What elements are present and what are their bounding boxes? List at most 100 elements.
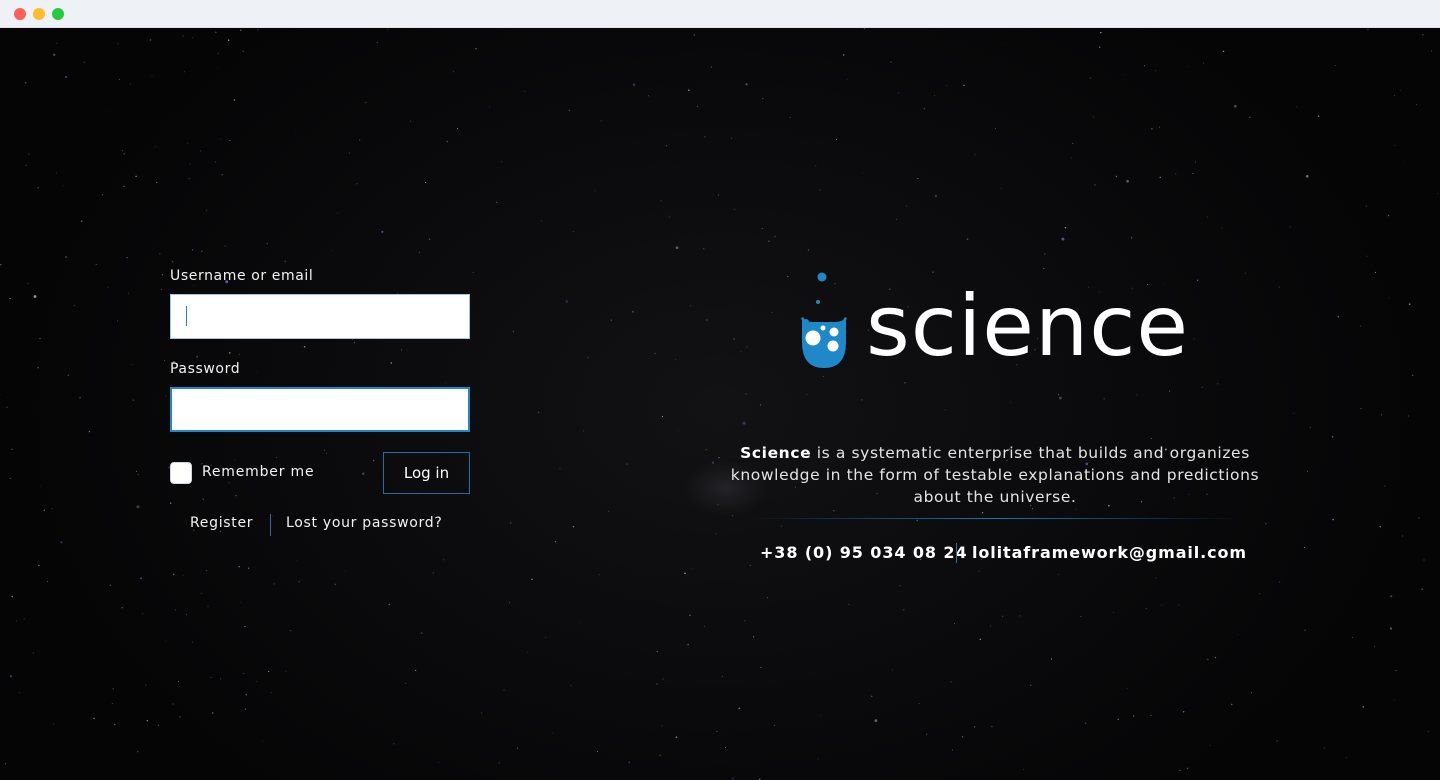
star [704, 136, 706, 138]
star [1209, 744, 1211, 746]
star [273, 583, 275, 585]
star [871, 695, 873, 697]
star [182, 35, 184, 37]
star [428, 238, 431, 240]
remember-row: Remember me Log in [170, 452, 470, 494]
star [191, 36, 194, 39]
star [171, 260, 174, 263]
star [632, 83, 636, 86]
star [67, 374, 69, 376]
login-button[interactable]: Log in [383, 452, 470, 494]
star [1403, 161, 1404, 162]
star [1317, 115, 1320, 117]
star [1295, 106, 1297, 108]
remember-me-label[interactable]: Remember me [202, 464, 314, 480]
contacts-divider [750, 518, 1240, 519]
email-link[interactable]: lolitaframework@gmail.com [972, 543, 1247, 562]
star [111, 703, 113, 704]
star [950, 681, 952, 683]
auth-links: Register Lost your password? [170, 514, 470, 536]
star [446, 140, 449, 143]
password-label: Password [170, 361, 241, 377]
star [480, 712, 483, 714]
logo-wordmark: science [866, 277, 1190, 375]
star [1418, 517, 1420, 519]
star [717, 504, 719, 505]
star [892, 669, 893, 671]
remember-me-checkbox[interactable] [170, 462, 192, 484]
star [1196, 279, 1199, 282]
star [688, 89, 690, 91]
star [1080, 615, 1082, 617]
star [1136, 394, 1138, 396]
star [294, 132, 296, 134]
star [895, 218, 897, 220]
star [496, 201, 498, 203]
maximize-window-button[interactable] [52, 8, 64, 20]
star [903, 609, 905, 611]
star [256, 680, 258, 683]
phone-number[interactable]: +38 (0) 95 034 08 24 [760, 543, 967, 562]
star [244, 708, 246, 710]
star [215, 31, 217, 33]
star [1437, 192, 1439, 194]
star [270, 692, 272, 693]
star [1132, 715, 1135, 717]
star [1064, 226, 1067, 229]
star [731, 514, 734, 517]
star [946, 85, 948, 87]
star [705, 449, 707, 451]
star [918, 703, 920, 705]
star [1117, 718, 1119, 721]
star [905, 205, 908, 207]
star [1374, 271, 1377, 273]
star [572, 526, 575, 528]
star [1023, 769, 1024, 771]
register-link[interactable]: Register [190, 515, 253, 531]
star [154, 146, 156, 148]
star [665, 145, 667, 147]
star [11, 448, 13, 450]
star [184, 71, 186, 73]
star [240, 601, 242, 603]
star [1237, 634, 1239, 635]
star [239, 29, 242, 31]
password-input[interactable] [170, 387, 470, 432]
minimize-window-button[interactable] [33, 8, 45, 20]
star [774, 235, 776, 237]
star [1384, 485, 1386, 487]
star [1186, 767, 1189, 770]
star [1206, 216, 1208, 218]
star [1099, 46, 1101, 48]
star [266, 243, 268, 245]
star [131, 364, 133, 365]
star [771, 311, 773, 313]
star [979, 638, 981, 640]
username-input[interactable] [170, 294, 470, 339]
star [789, 116, 791, 119]
star [11, 596, 13, 598]
star [961, 736, 964, 738]
lost-password-link[interactable]: Lost your password? [286, 515, 442, 531]
star [689, 614, 691, 616]
star [1187, 66, 1189, 68]
star [201, 250, 203, 252]
star [0, 264, 2, 266]
star [205, 210, 207, 212]
star [656, 683, 658, 685]
star [24, 81, 27, 84]
star [1019, 615, 1021, 617]
star [135, 175, 137, 178]
star [766, 597, 768, 599]
page-background: Username or email Password Remember me L… [0, 28, 1440, 780]
star [123, 153, 125, 155]
star [404, 683, 406, 685]
star [424, 181, 427, 184]
star [387, 28, 389, 30]
star [52, 53, 56, 56]
close-window-button[interactable] [14, 8, 26, 20]
star [9, 478, 11, 479]
star [160, 289, 162, 290]
star [1130, 237, 1133, 239]
star [161, 274, 163, 276]
